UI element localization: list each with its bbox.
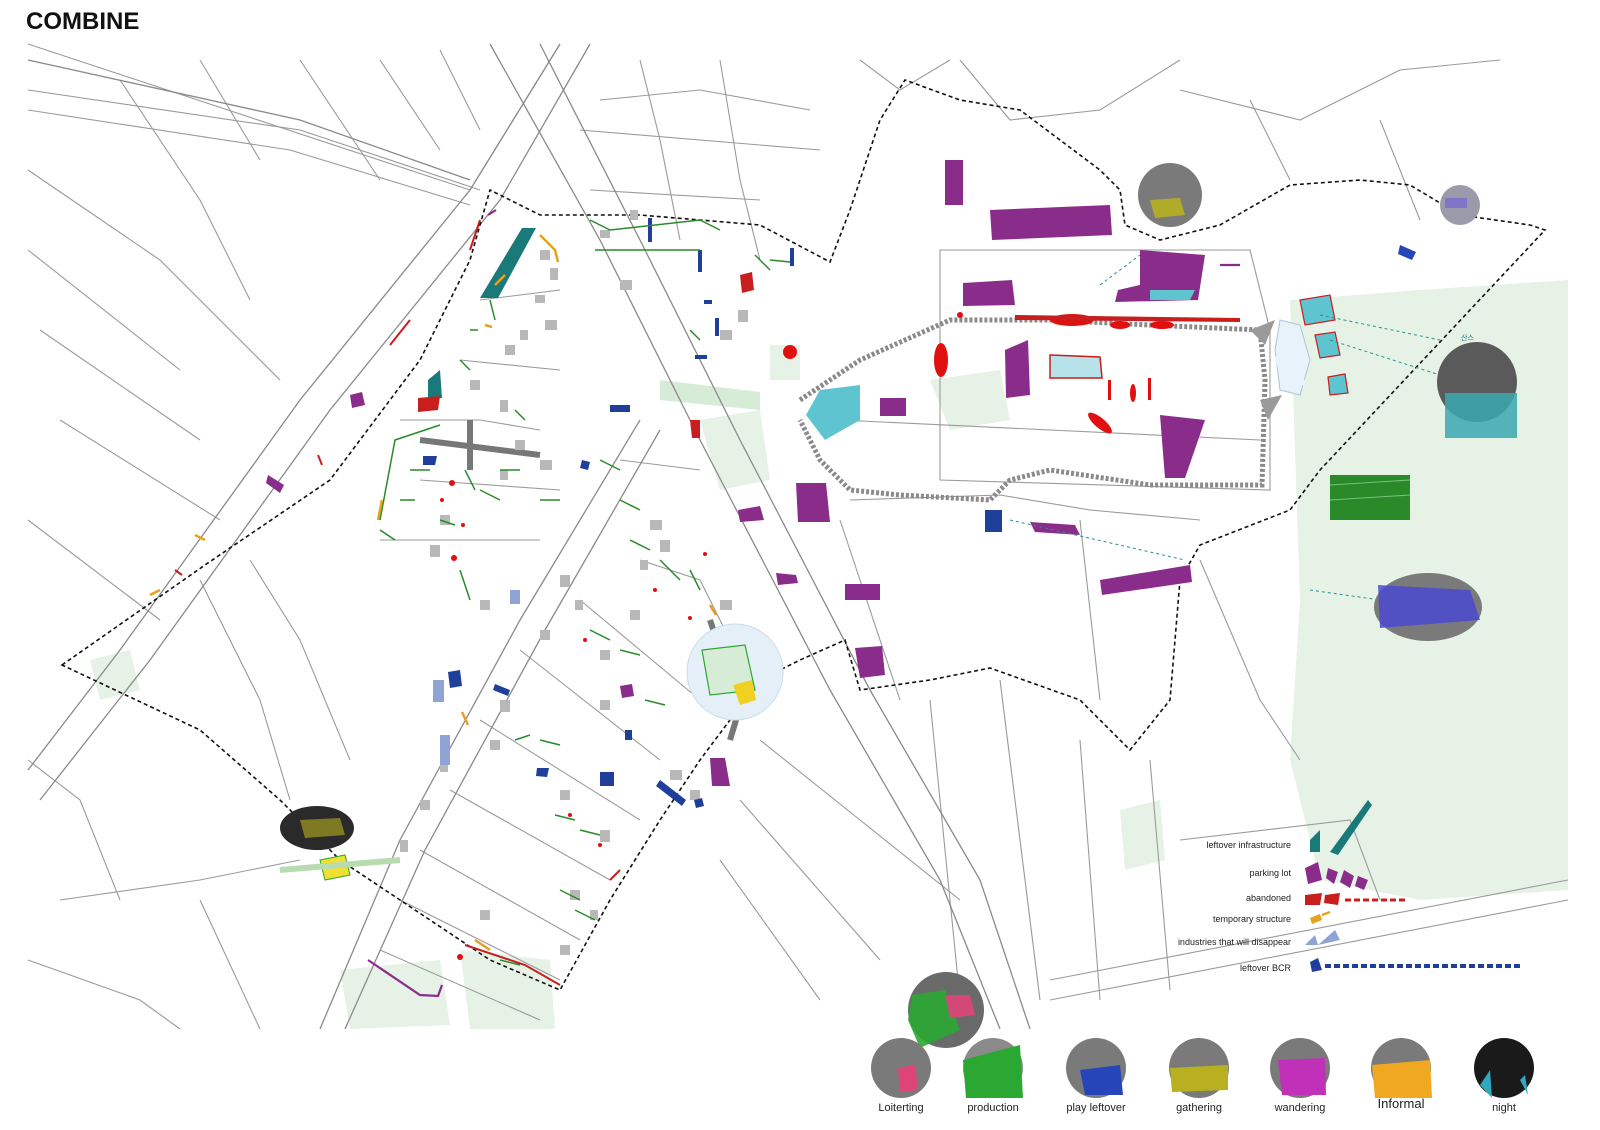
photo-circle-topright: [1440, 185, 1480, 225]
site-map: [27, 43, 1569, 1098]
legend-label-leftover-infrastructure: leftover infrastructure: [1206, 840, 1291, 850]
photo-circle-bottom: [908, 972, 984, 1048]
photo-forest: [1329, 475, 1411, 520]
photo-label-night: night: [1492, 1102, 1516, 1114]
photo-label-informal: Informal: [1377, 1096, 1425, 1111]
legend-label-leftover-bcr: leftover BCR: [1239, 963, 1291, 973]
legend-label-industries: industries that will disappear: [1177, 937, 1291, 947]
photo-label-gathering: gathering: [1176, 1102, 1222, 1114]
photo-label-production: production: [967, 1102, 1019, 1114]
legend-label-temporary-structure: temporary structure: [1212, 914, 1291, 924]
photo-circle-right: [1437, 342, 1517, 438]
photo-ellipse-left: [280, 806, 354, 850]
photo-label-loitering: Loiterting: [878, 1102, 924, 1114]
photo-label-wandering: wandering: [1274, 1102, 1326, 1114]
map-annotation: 산스: [1461, 334, 1474, 342]
legend-label-abandoned: abandoned: [1245, 893, 1291, 903]
photo-circle-top: [1138, 163, 1202, 227]
bottom-photo-circles: [871, 1038, 1534, 1098]
photo-label-play-leftover: play leftover: [1066, 1102, 1126, 1114]
legend-label-parking-lot: parking lot: [1249, 868, 1291, 878]
photo-ellipse-right: [1374, 573, 1482, 641]
